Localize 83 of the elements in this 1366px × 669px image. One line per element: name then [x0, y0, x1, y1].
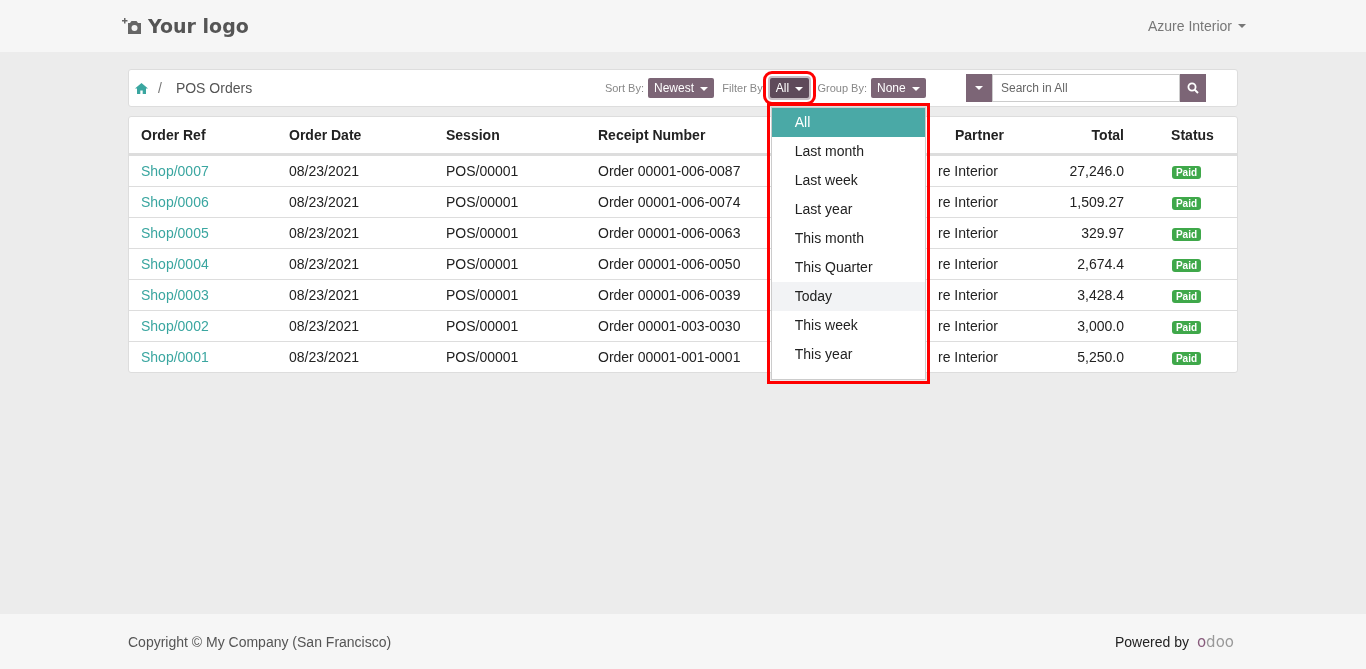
table-cell-text: re Interior — [937, 256, 998, 272]
table-cell-text: re Interior — [937, 349, 998, 365]
menu-item[interactable]: All — [771, 108, 925, 137]
menu-item[interactable]: Today — [771, 282, 925, 311]
menu-item[interactable]: Last year — [771, 195, 925, 224]
table-cell-text: re Interior — [937, 318, 998, 334]
table-cell-text: 27,246.0 — [1068, 163, 1125, 179]
column-header: Session — [445, 127, 501, 143]
control-label: Group By: — [817, 82, 867, 94]
column-header: Total — [1090, 127, 1125, 143]
control-label: Sort By: — [604, 82, 644, 94]
table-cell-text: POS/00001 — [445, 287, 519, 303]
table-cell-text: Order 00001-006-0087 — [597, 163, 741, 179]
table-cell-text: Order 00001-006-0063 — [597, 225, 741, 241]
powered-by-text: Powered by — [1115, 633, 1189, 650]
dropdown-button[interactable]: None — [870, 78, 926, 98]
table-cell-text: re Interior — [937, 194, 998, 210]
table-cell-text: 08/23/2021 — [288, 349, 360, 365]
search-options-button[interactable] — [966, 74, 992, 102]
home-icon[interactable] — [135, 82, 148, 94]
table-cell-text: 2,674.4 — [1076, 256, 1125, 272]
status-badge: Paid — [1171, 259, 1202, 272]
table-cell-text: re Interior — [937, 163, 998, 179]
menu-item[interactable]: Last week — [771, 166, 925, 195]
logo-text[interactable]: Your logo — [148, 15, 249, 37]
user-menu[interactable]: Azure Interior — [1147, 18, 1246, 34]
order-link[interactable]: Shop/0001 — [129, 349, 209, 365]
search-button[interactable] — [1180, 74, 1206, 102]
column-header: Status — [1170, 127, 1215, 143]
table-cell-text: 3,000.0 — [1076, 318, 1125, 334]
menu-item[interactable]: Last month — [771, 137, 925, 166]
table-cell-text: 08/23/2021 — [288, 163, 360, 179]
order-link[interactable]: Shop/0007 — [129, 163, 209, 179]
column-header: Partner — [954, 127, 1006, 143]
table-cell-text: Order 00001-001-0001 — [597, 349, 741, 365]
column-header: Order Ref — [140, 127, 207, 143]
table-cell-text: POS/00001 — [445, 194, 519, 210]
status-badge: Paid — [1171, 321, 1202, 334]
table-cell-text: 08/23/2021 — [288, 287, 360, 303]
menu-item[interactable]: This year — [771, 340, 925, 369]
table-cell-text: re Interior — [937, 225, 998, 241]
order-link[interactable]: Shop/0005 — [129, 225, 209, 241]
table-cell-text: 1,509.27 — [1068, 194, 1125, 210]
table-cell-text: Order 00001-003-0030 — [597, 318, 741, 334]
table-cell-text: POS/00001 — [445, 225, 519, 241]
caret-icon — [1238, 24, 1246, 28]
camera-icon — [122, 17, 142, 35]
order-link[interactable]: Shop/0003 — [129, 287, 209, 303]
status-badge: Paid — [1171, 166, 1202, 179]
status-badge: Paid — [1171, 228, 1202, 241]
order-link[interactable]: Shop/0002 — [129, 318, 209, 334]
status-badge: Paid — [1171, 197, 1202, 210]
menu-item[interactable]: This Quarter — [771, 253, 925, 282]
table-cell-text: 08/23/2021 — [288, 194, 360, 210]
order-link[interactable]: Shop/0006 — [129, 194, 209, 210]
table-cell-text: POS/00001 — [445, 256, 519, 272]
table-cell-text: 08/23/2021 — [288, 256, 360, 272]
menu-item[interactable]: This week — [771, 311, 925, 340]
table-cell-text: 08/23/2021 — [288, 225, 360, 241]
table-cell-text: 08/23/2021 — [288, 318, 360, 334]
table-cell-text: Order 00001-006-0039 — [597, 287, 741, 303]
menu-item[interactable]: This month — [771, 224, 925, 253]
breadcrumb-separator: / — [158, 80, 162, 96]
column-header: Order Date — [288, 127, 363, 143]
table-cell-text: POS/00001 — [445, 163, 519, 179]
search-field[interactable]: Search in All — [992, 74, 1180, 102]
table-cell-text: 3,428.4 — [1076, 287, 1125, 303]
table-cell-text: Order 00001-006-0050 — [597, 256, 741, 272]
table-cell-text: 5,250.0 — [1076, 349, 1125, 365]
order-link[interactable]: Shop/0004 — [129, 256, 209, 272]
table-cell-text: re Interior — [937, 287, 998, 303]
column-header: Receipt Number — [597, 127, 707, 143]
table-cell-text: POS/00001 — [445, 318, 519, 334]
breadcrumb-current: POS Orders — [175, 80, 253, 96]
search-icon — [1187, 82, 1199, 94]
copyright-text: Copyright © My Company (San Francisco) — [128, 633, 392, 650]
table-cell-text: 329.97 — [1080, 225, 1125, 241]
table-cell-text: POS/00001 — [445, 349, 519, 365]
status-badge: Paid — [1171, 352, 1202, 365]
brand-link[interactable]: odoo — [1196, 632, 1234, 651]
table-cell-text: Order 00001-006-0074 — [597, 194, 741, 210]
status-badge: Paid — [1171, 290, 1202, 303]
dropdown-button[interactable]: Newest — [648, 78, 715, 98]
